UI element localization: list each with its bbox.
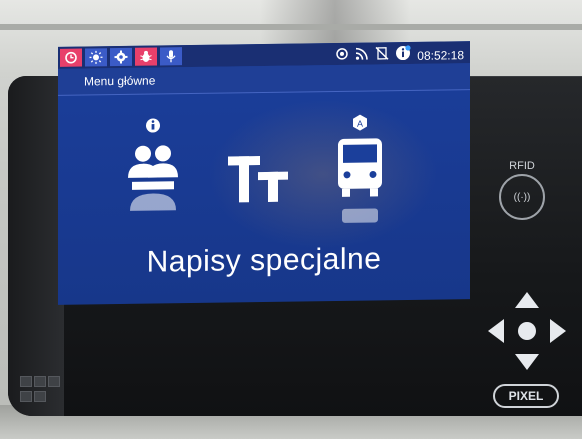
bug-icon[interactable] (135, 47, 157, 66)
dpad-left-icon[interactable] (488, 319, 504, 343)
no-sim-icon (375, 46, 389, 65)
rss-icon (355, 47, 369, 66)
dpad (488, 292, 566, 370)
port (20, 376, 32, 387)
background-strip (0, 24, 582, 30)
port (20, 391, 32, 402)
passengers-icon (128, 118, 178, 211)
dpad-down-icon[interactable] (515, 354, 539, 370)
touch-screen: 08:52:18 Menu główne A Napisy specjalne (58, 41, 470, 305)
brand-logo: PIXEL (493, 384, 559, 408)
brightness-icon[interactable] (85, 48, 107, 67)
svg-text:A: A (357, 119, 363, 129)
status-left-group (60, 47, 182, 67)
bus-tile[interactable]: A (328, 112, 392, 233)
alarm-icon[interactable] (60, 48, 82, 67)
special-text-tile[interactable] (226, 150, 292, 211)
menu-header: Menu główne (58, 63, 470, 96)
menu-title: Menu główne (84, 73, 156, 89)
rfid-reader: RFID ((·)) (492, 160, 552, 220)
rfid-label: RFID (509, 160, 535, 172)
dpad-up-icon[interactable] (515, 292, 539, 308)
port (34, 376, 46, 387)
port (34, 391, 46, 402)
rfid-icon: ((·)) (499, 174, 545, 220)
port (48, 376, 60, 387)
bus-icon: A (338, 114, 382, 223)
tile-caption: Napisy specjalne (146, 242, 382, 279)
device-left-bezel (8, 76, 64, 416)
rfid-symbol: ((·)) (513, 191, 531, 203)
status-clock: 08:52:18 (417, 47, 464, 63)
dpad-right-icon[interactable] (550, 319, 566, 343)
text-icon (228, 156, 288, 203)
dpad-center-button[interactable] (518, 322, 536, 340)
settings-icon[interactable] (110, 47, 132, 67)
passengers-tile[interactable] (118, 115, 188, 226)
microphone-icon[interactable] (160, 47, 182, 66)
gps-icon (335, 47, 349, 66)
